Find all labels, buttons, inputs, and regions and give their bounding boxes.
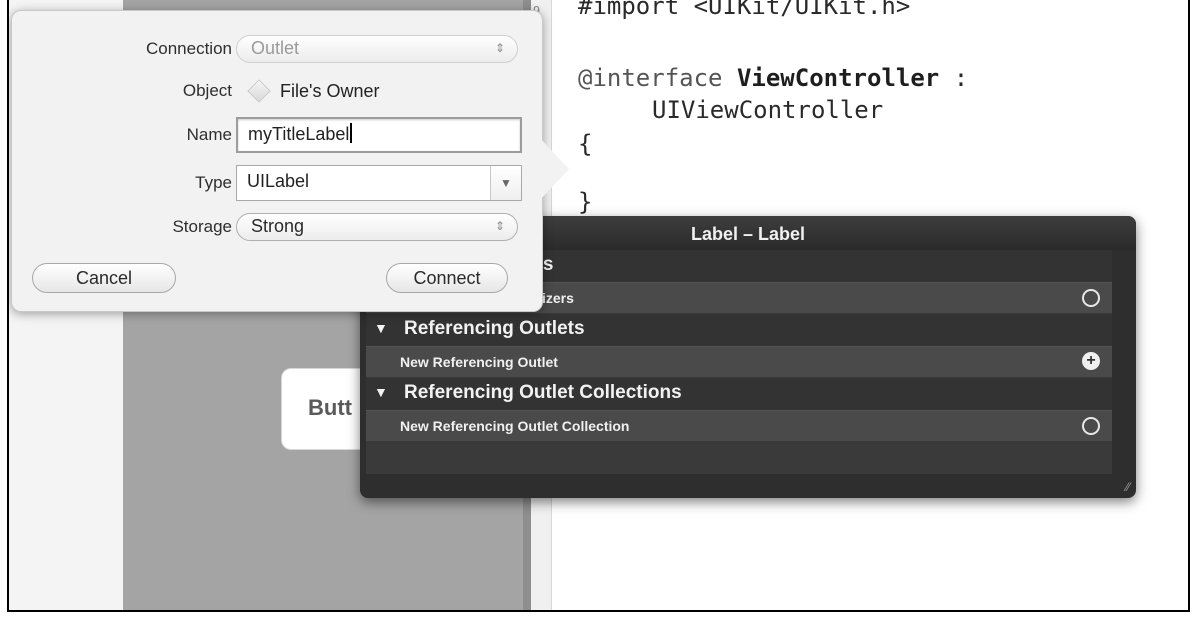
item-label-partial: izers [542,290,574,306]
cancel-button[interactable]: Cancel [32,263,176,293]
disclosure-triangle-icon[interactable]: ▼ [374,384,388,400]
connection-value: Outlet [251,38,300,58]
cube-icon [247,79,271,103]
window-frame: Butt 9 0 1 #import <UIKit/UIKit.h> @inte… [7,0,1190,612]
type-label: Type [195,173,232,192]
popover-arrow [539,137,569,201]
object-value: File's Owner [280,80,380,101]
circle-icon[interactable] [1082,289,1100,307]
connection-select[interactable]: Outlet ⇕ [236,35,518,63]
chevron-down-icon[interactable]: ▼ [490,166,521,200]
item-label: New Referencing Outlet [400,354,558,370]
item-label: New Referencing Outlet Collection [400,418,630,434]
list-item-new-referencing-outlet[interactable]: New Referencing Outlet + [366,346,1112,377]
section-label: Referencing Outlets [404,318,585,339]
updown-arrows-icon: ⇕ [494,219,505,233]
section-referencing-outlet-collections[interactable]: ▼ Referencing Outlet Collections [366,378,1112,410]
section-referencing-outlets[interactable]: ▼ Referencing Outlets [366,314,1112,346]
code-line-open-brace: { [578,130,593,158]
storage-select[interactable]: Strong ⇕ [236,213,518,241]
name-field[interactable]: myTitleLabel [236,117,522,153]
object-value-display: File's Owner [247,77,508,105]
storage-label: Storage [172,217,232,236]
colon: : [939,64,969,92]
code-line-close-brace: } [578,188,593,216]
list-item-new-referencing-outlet-collection[interactable]: New Referencing Outlet Collection [366,410,1112,441]
code-line-interface: @interface ViewController : [578,64,968,92]
object-label: Object [182,81,232,100]
name-value: myTitleLabel [248,124,350,144]
connect-button[interactable]: Connect [386,263,508,293]
circle-icon[interactable] [1082,417,1100,435]
name-label: Name [186,125,232,144]
plus-circle-icon[interactable]: + [1082,352,1100,370]
type-value: UILabel [247,171,310,191]
connection-popover: Connection Outlet ⇕ Object File's Owner … [11,10,569,312]
code-line-superclass: UIViewController [652,96,884,124]
section-label: Referencing Outlet Collections [404,382,682,403]
storage-value: Strong [251,216,305,236]
updown-arrows-icon: ⇕ [494,41,505,55]
disclosure-triangle-icon[interactable]: ▼ [374,320,388,336]
connection-label: Connection [145,39,232,58]
interface-keyword: @interface [578,64,737,92]
text-caret [350,123,353,143]
storyboard-button-label: Butt [308,395,352,420]
code-line-import: #import <UIKit/UIKit.h> [578,0,911,20]
resize-grip-icon[interactable]: ⁄⁄ [1126,480,1130,494]
type-combobox[interactable]: UILabel ▼ [236,165,522,201]
class-name: ViewController [736,64,940,92]
